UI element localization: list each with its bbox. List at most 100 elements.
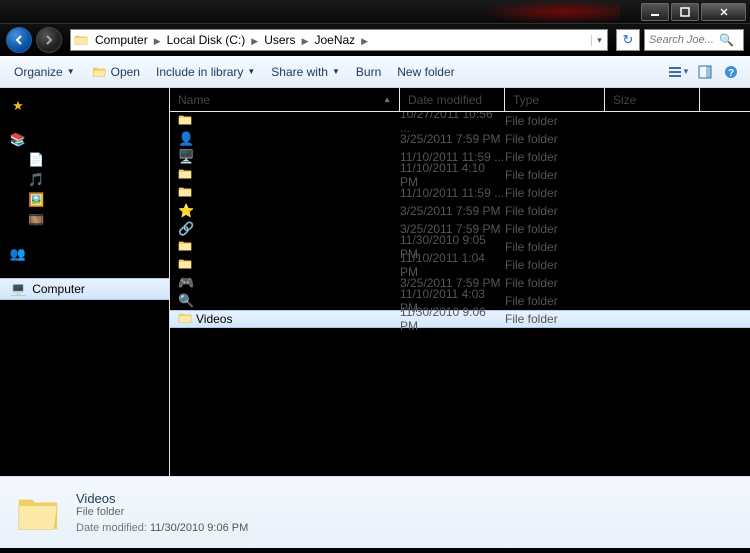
search-icon: 🔍: [719, 33, 734, 47]
favorites-group[interactable]: ★Favorites: [0, 96, 169, 116]
library-icon: 🖼️: [28, 192, 44, 208]
navigation-pane: ★Favorites 📚Libraries 📄Documents 🎵 Music 🖼️…: [0, 88, 170, 476]
column-size[interactable]: Size: [605, 88, 700, 111]
sidebar-item-documents[interactable]: 📄Documents: [0, 150, 169, 170]
file-date: 3/25/2011 7:59 PM: [400, 132, 505, 146]
column-name[interactable]: Name▲: [170, 88, 400, 111]
back-button[interactable]: [6, 27, 32, 53]
new-folder-button[interactable]: New folder: [391, 62, 460, 82]
file-name: .ufsxsci: [196, 114, 400, 128]
file-date: 11/10/2011 1:04 PM: [400, 251, 505, 279]
column-headers: Name▲ Date modified Type Size: [170, 88, 750, 112]
sidebar-item-label: Videos: [50, 213, 86, 227]
file-row[interactable]: Pictures11/10/2011 1:04 PMFile folder: [170, 256, 750, 274]
chevron-right-icon[interactable]: ▶: [152, 36, 163, 46]
burn-button[interactable]: Burn: [350, 62, 387, 82]
file-name: Searches: [196, 294, 400, 308]
file-list: .ufsxsci10/27/2011 10:56 ...File folder👤…: [170, 112, 750, 476]
file-type: File folder: [505, 114, 605, 128]
file-type: File folder: [505, 168, 605, 182]
search-box[interactable]: 🔍: [644, 29, 744, 51]
include-in-library-menu[interactable]: Include in library▼: [150, 62, 261, 82]
column-date[interactable]: Date modified: [400, 88, 505, 111]
file-row[interactable]: Downloads11/10/2011 11:59 ...File folder: [170, 184, 750, 202]
file-name: Favorites: [196, 204, 400, 218]
libraries-icon: 📚: [10, 132, 26, 148]
file-type: File folder: [505, 186, 605, 200]
network-item[interactable]: 🖧Network: [0, 314, 169, 334]
sidebar-item-pictures[interactable]: 🖼️ Pictures: [0, 190, 169, 210]
sidebar-item-music[interactable]: 🎵 Music: [0, 170, 169, 190]
file-name: Videos: [196, 312, 400, 326]
folder-icon: 🔍: [178, 293, 196, 309]
command-bar: Organize▼ Open Include in library▼ Share…: [0, 56, 750, 88]
file-type: File folder: [505, 258, 605, 272]
libraries-group[interactable]: 📚Libraries: [0, 130, 169, 150]
organize-menu[interactable]: Organize▼: [8, 62, 81, 82]
file-row[interactable]: ⭐Favorites3/25/2011 7:59 PMFile folder: [170, 202, 750, 220]
file-type: File folder: [505, 294, 605, 308]
chevron-right-icon[interactable]: ▶: [359, 36, 370, 46]
breadcrumb-segment[interactable]: Users: [260, 33, 299, 47]
breadcrumb[interactable]: Computer▶Local Disk (C:)▶Users▶JoeNaz▶: [91, 31, 370, 49]
file-type: File folder: [505, 240, 605, 254]
folder-icon: [178, 257, 196, 274]
details-title: Videos: [76, 491, 248, 506]
help-button[interactable]: ?: [720, 61, 742, 83]
file-row[interactable]: Videos11/30/2010 9:06 PMFile folder: [170, 310, 750, 328]
homegroup-item[interactable]: 👥Homegroup: [0, 244, 169, 264]
file-row[interactable]: Documents11/10/2011 4:10 PMFile folder: [170, 166, 750, 184]
svg-text:?: ?: [728, 68, 734, 79]
address-dropdown[interactable]: ▾: [591, 35, 607, 46]
close-button[interactable]: [701, 3, 746, 21]
folder-icon: [178, 185, 196, 202]
file-date: 11/10/2011 4:10 PM: [400, 161, 505, 189]
details-type: File folder: [76, 506, 248, 518]
file-type: File folder: [505, 132, 605, 146]
preview-pane-button[interactable]: [694, 61, 716, 83]
computer-icon: 💻: [10, 281, 26, 297]
column-type[interactable]: Type: [505, 88, 605, 111]
navigation-bar: Computer▶Local Disk (C:)▶Users▶JoeNaz▶ ▾…: [0, 24, 750, 56]
library-icon: 🎞️: [28, 212, 44, 228]
computer-item[interactable]: 💻Computer: [0, 278, 169, 300]
file-name: Desktop: [196, 150, 400, 164]
sidebar-item-label: Pictures: [50, 193, 93, 207]
sidebar-item-label: Documents: [50, 153, 111, 167]
maximize-button[interactable]: [671, 3, 699, 21]
address-bar[interactable]: Computer▶Local Disk (C:)▶Users▶JoeNaz▶ ▾: [70, 29, 608, 51]
file-list-area: Name▲ Date modified Type Size .ufsxsci10…: [170, 88, 750, 476]
chevron-right-icon[interactable]: ▶: [300, 36, 311, 46]
folder-icon: 👤: [178, 131, 196, 147]
file-row[interactable]: 👤Contacts3/25/2011 7:59 PMFile folder: [170, 130, 750, 148]
file-name: Contacts: [196, 132, 400, 146]
breadcrumb-segment[interactable]: JoeNaz: [310, 33, 359, 47]
minimize-button[interactable]: [641, 3, 669, 21]
search-input[interactable]: [649, 34, 719, 46]
sidebar-item-label: Music: [50, 173, 81, 187]
file-type: File folder: [505, 222, 605, 236]
breadcrumb-segment[interactable]: Computer: [91, 33, 152, 47]
file-name: Pictures: [196, 258, 400, 272]
file-name: Music: [196, 240, 400, 254]
forward-button[interactable]: [36, 27, 62, 53]
folder-icon: [71, 33, 91, 47]
file-row[interactable]: .ufsxsci10/27/2011 10:56 ...File folder: [170, 112, 750, 130]
file-date: 11/10/2011 11:59 ...: [400, 186, 505, 200]
folder-icon: ⭐: [178, 203, 196, 219]
folder-icon: [178, 167, 196, 184]
share-with-menu[interactable]: Share with▼: [265, 62, 346, 82]
file-name: Links: [196, 222, 400, 236]
sidebar-item-videos[interactable]: 🎞️ Videos: [0, 210, 169, 230]
view-options-button[interactable]: ▼: [668, 61, 690, 83]
refresh-button[interactable]: ↻: [616, 29, 640, 51]
file-name: Documents: [196, 168, 400, 182]
homegroup-icon: 👥: [10, 246, 26, 262]
folder-icon: [178, 113, 196, 130]
breadcrumb-segment[interactable]: Local Disk (C:): [163, 33, 250, 47]
sort-indicator: ▲: [383, 95, 391, 104]
open-button[interactable]: Open: [85, 62, 146, 82]
chevron-right-icon[interactable]: ▶: [249, 36, 260, 46]
file-date: 3/25/2011 7:59 PM: [400, 204, 505, 218]
library-icon: 🎵: [28, 172, 44, 188]
